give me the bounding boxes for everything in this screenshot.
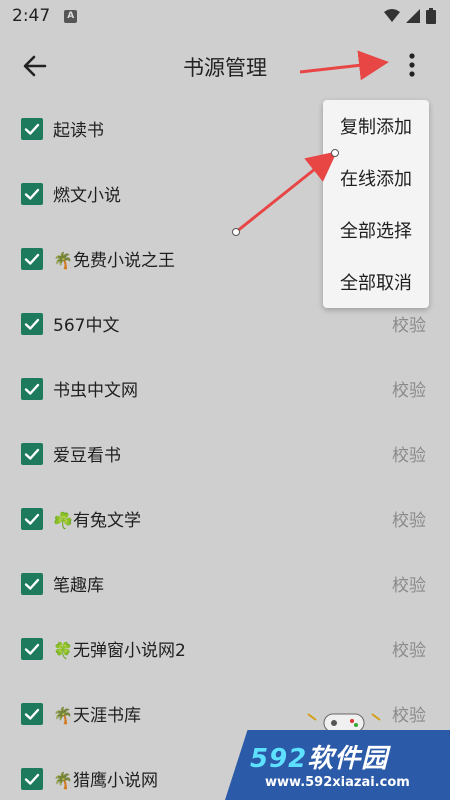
checkmark-icon (24, 578, 40, 590)
wifi-icon (384, 9, 400, 22)
source-row[interactable]: 笔趣库 校验 (0, 563, 450, 613)
checkmark-icon (24, 188, 40, 200)
source-checkbox[interactable] (21, 248, 43, 270)
checkmark-icon (24, 513, 40, 525)
signal-icon (406, 9, 420, 23)
source-name-text: 爱豆看书 (53, 446, 121, 466)
source-checkbox[interactable] (21, 313, 43, 335)
source-checkbox[interactable] (21, 508, 43, 530)
source-checkbox[interactable] (21, 703, 43, 725)
source-name: 燃文小说 (53, 181, 121, 206)
menu-item-select-all[interactable]: 全部选择 (323, 206, 429, 258)
checkmark-icon (24, 383, 40, 395)
source-row[interactable]: 567中文 校验 (0, 303, 450, 353)
source-name: 起读书 (53, 116, 104, 141)
watermark-brand-text: 软件园 (307, 744, 389, 774)
more-vert-icon[interactable] (404, 50, 420, 80)
checkmark-icon (24, 253, 40, 265)
source-name-text: 天涯书库 (73, 706, 141, 726)
source-emoji: 🌴 (53, 706, 73, 725)
source-checkbox[interactable] (21, 768, 43, 790)
source-name: 🌴免费小说之王 (53, 246, 175, 271)
source-name: 笔趣库 (53, 571, 104, 596)
checkmark-icon (24, 448, 40, 460)
source-checkbox[interactable] (21, 573, 43, 595)
source-name-text: 567中文 (53, 316, 120, 336)
source-name: 🌴天涯书库 (53, 701, 141, 726)
source-name: ☘️有兔文学 (53, 506, 141, 531)
source-name: 书虫中文网 (53, 376, 138, 401)
watermark-brand: 592软件园 (250, 738, 388, 775)
verify-button[interactable]: 校验 (392, 636, 426, 661)
status-icons (384, 8, 436, 24)
source-name-text: 燃文小说 (53, 186, 121, 206)
menu-item-copy-add[interactable]: 复制添加 (323, 102, 429, 154)
source-name-text: 猎鹰小说网 (73, 771, 158, 791)
menu-item-deselect-all[interactable]: 全部取消 (323, 258, 429, 310)
source-emoji: 🌴 (53, 251, 73, 270)
source-name: 🍀无弹窗小说网2 (53, 636, 186, 661)
checkmark-icon (24, 123, 40, 135)
watermark-url: www.592xiazai.com (265, 775, 410, 790)
status-time: 2:47 (12, 6, 51, 26)
verify-button[interactable]: 校验 (392, 376, 426, 401)
source-name-text: 免费小说之王 (73, 251, 175, 271)
source-emoji: ☘️ (53, 511, 73, 530)
watermark-brand-num: 592 (250, 744, 308, 774)
source-name-text: 书虫中文网 (53, 381, 138, 401)
source-checkbox[interactable] (21, 443, 43, 465)
verify-button[interactable]: 校验 (392, 311, 426, 336)
verify-button[interactable]: 校验 (392, 571, 426, 596)
menu-item-online-add[interactable]: 在线添加 (323, 154, 429, 206)
source-checkbox[interactable] (21, 118, 43, 140)
overflow-menu: 复制添加 在线添加 全部选择 全部取消 (323, 100, 429, 308)
source-name: 🌴猎鹰小说网 (53, 766, 158, 791)
source-name-text: 无弹窗小说网2 (73, 641, 186, 661)
checkmark-icon (24, 773, 40, 785)
source-row[interactable]: 🍀无弹窗小说网2 校验 (0, 628, 450, 678)
source-emoji: 🍀 (53, 641, 73, 660)
verify-button[interactable]: 校验 (392, 506, 426, 531)
verify-button[interactable]: 校验 (392, 701, 426, 726)
checkmark-icon (24, 708, 40, 720)
page-title: 书源管理 (183, 56, 267, 80)
source-checkbox[interactable] (21, 378, 43, 400)
source-row[interactable]: 爱豆看书 校验 (0, 433, 450, 483)
checkmark-icon (24, 643, 40, 655)
checkmark-icon (24, 318, 40, 330)
app-bar: 书源管理 (0, 32, 450, 98)
source-checkbox[interactable] (21, 183, 43, 205)
battery-icon (426, 8, 436, 24)
notification-icon: A (64, 9, 78, 23)
source-name-text: 笔趣库 (53, 576, 104, 596)
source-name-text: 有兔文学 (73, 511, 141, 531)
source-checkbox[interactable] (21, 638, 43, 660)
source-name: 爱豆看书 (53, 441, 121, 466)
source-row[interactable]: ☘️有兔文学 校验 (0, 498, 450, 548)
verify-button[interactable]: 校验 (392, 441, 426, 466)
source-emoji: 🌴 (53, 771, 73, 790)
source-name: 567中文 (53, 311, 119, 336)
source-row[interactable]: 书虫中文网 校验 (0, 368, 450, 418)
source-name-text: 起读书 (53, 121, 104, 141)
status-bar: 2:47 A (0, 0, 450, 32)
